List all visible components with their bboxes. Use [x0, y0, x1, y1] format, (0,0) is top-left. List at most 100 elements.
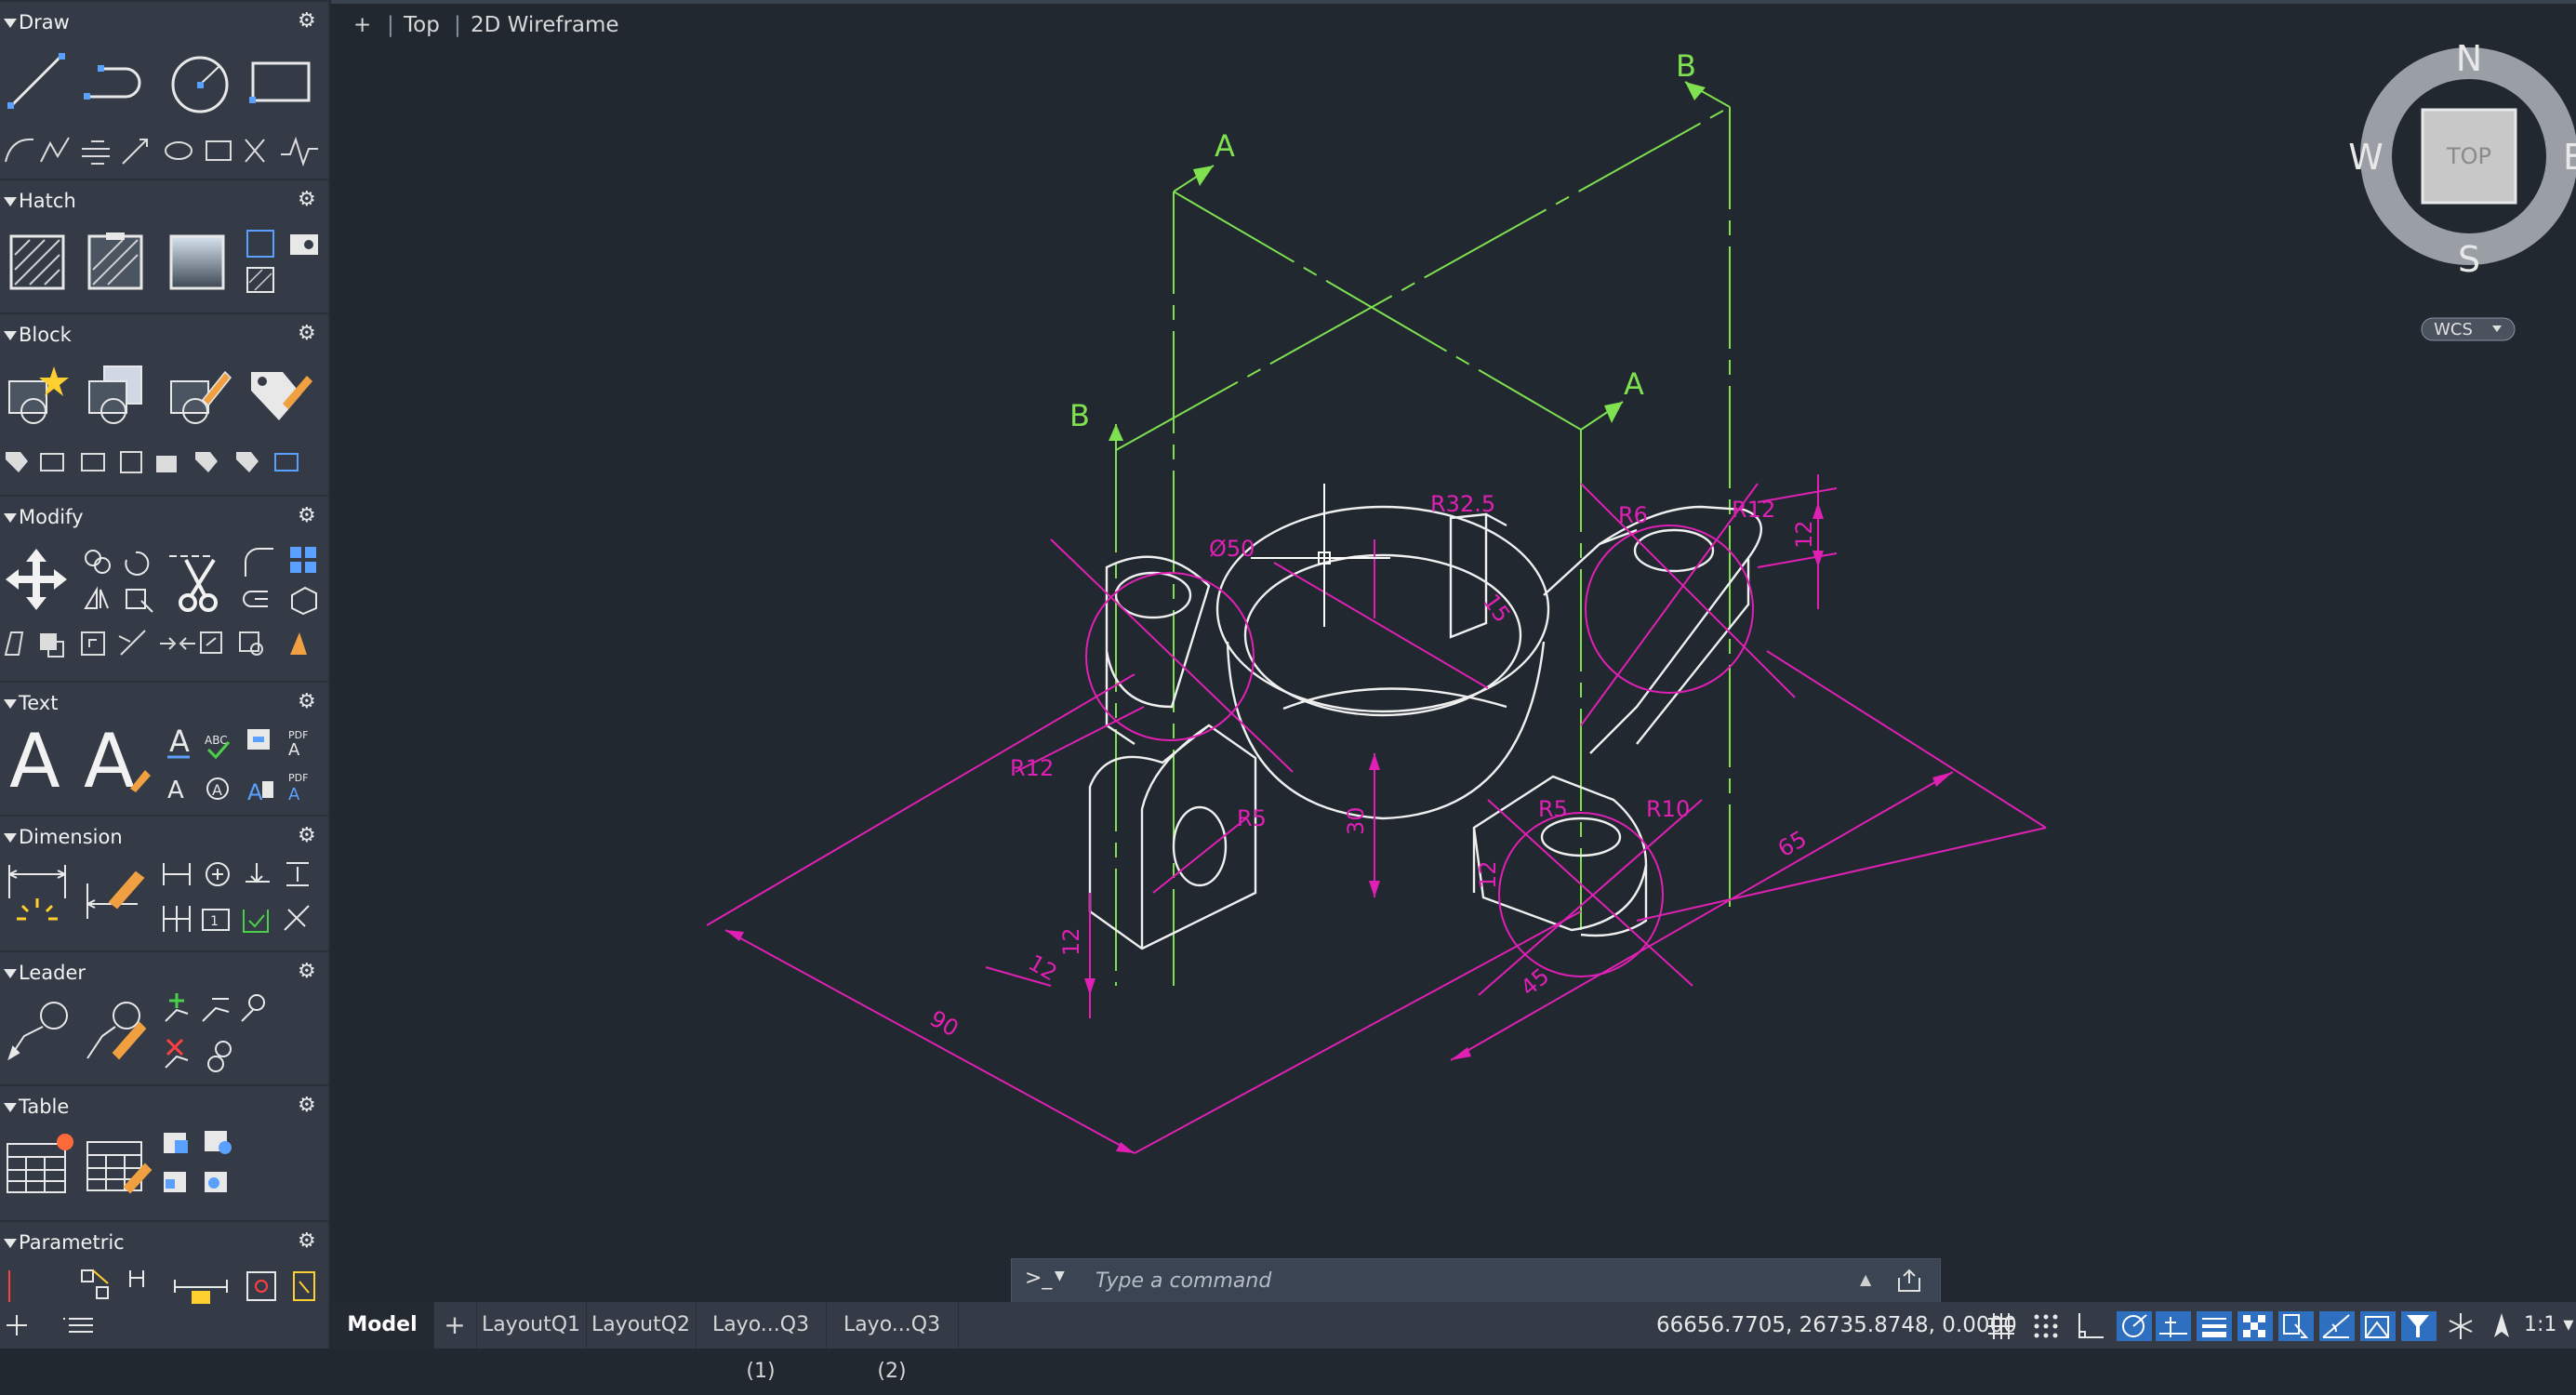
gizmo-icon[interactable]	[2444, 1311, 2479, 1345]
viewport-menu-button[interactable]: +	[353, 13, 371, 37]
circle-tool-icon[interactable]	[169, 54, 231, 115]
leader-section-header[interactable]: Leader ⚙	[0, 958, 328, 991]
tab-layout-q3-2[interactable]: Layo...Q3 (2)	[826, 1302, 959, 1383]
selection-filter-icon[interactable]	[2401, 1311, 2437, 1341]
block-editor-icon[interactable]	[167, 363, 232, 428]
collapse-arrow-icon[interactable]	[4, 331, 17, 340]
gear-icon[interactable]: ⚙	[298, 188, 316, 211]
viewcube[interactable]: TOP N S W E WCS	[2344, 28, 2576, 353]
command-input[interactable]: Type a command	[1095, 1269, 1271, 1293]
command-prompt-icon[interactable]: >_	[1025, 1267, 1052, 1290]
annotation-scale-button[interactable]: 1:1 ▾	[2524, 1302, 2573, 1348]
view-menu-button[interactable]: Top	[404, 13, 440, 37]
hatch-tool-icon[interactable]	[7, 232, 67, 292]
drawing-canvas[interactable]: A A B B R32.5 Ø50 R6 R12 12 15 R12 R5 30…	[331, 0, 2576, 1302]
block-attribute-icon[interactable]	[246, 363, 316, 428]
chevron-down-icon[interactable]: ▼	[1055, 1269, 1065, 1283]
object-snap-tracking-icon[interactable]	[2156, 1311, 2191, 1341]
draw-section-header[interactable]: Draw ⚙	[0, 7, 328, 41]
gear-icon[interactable]: ⚙	[298, 9, 316, 33]
text-brush-icon	[126, 764, 154, 792]
modify-section-header[interactable]: Modify ⚙	[0, 502, 328, 536]
section-title: Text	[19, 692, 59, 714]
compass-south: S	[2458, 239, 2480, 280]
coordinate-readout[interactable]: 66656.7705, 26735.8748, 0.0000	[1656, 1302, 2017, 1348]
3d-object-snap-icon[interactable]	[2319, 1311, 2355, 1341]
block-section-header[interactable]: Block ⚙	[0, 320, 328, 353]
collapse-arrow-icon[interactable]	[4, 513, 17, 523]
linear-dimension-icon[interactable]	[4, 861, 71, 928]
gear-icon[interactable]: ⚙	[298, 960, 316, 983]
hatch-section-header[interactable]: Hatch ⚙	[0, 186, 328, 219]
polar-tracking-icon[interactable]	[2117, 1311, 2152, 1341]
dynamic-ucs-icon[interactable]	[2360, 1311, 2396, 1341]
dim-r6: R6	[1618, 502, 1648, 528]
section-labels: A A B B	[1069, 48, 1696, 433]
collapse-arrow-icon[interactable]	[4, 197, 17, 206]
tool-palette: Draw ⚙ Hatch ⚙ Block ⚙ Modify ⚙ Text ⚙ A…	[0, 0, 330, 1348]
add-layout-button[interactable]: +	[433, 1302, 477, 1348]
gear-icon[interactable]: ⚙	[298, 1094, 316, 1117]
collapse-arrow-icon[interactable]	[4, 1103, 17, 1112]
multiline-tool-icon	[82, 140, 110, 165]
tab-layout-q3-1[interactable]: Layo...Q3 (1)	[696, 1302, 827, 1383]
ortho-icon[interactable]	[2076, 1311, 2105, 1345]
gradient-tool-icon[interactable]	[167, 232, 227, 292]
text-section-header[interactable]: Text ⚙	[0, 688, 328, 722]
dimension-edit-icon[interactable]	[82, 863, 149, 930]
insert-block-icon[interactable]	[6, 363, 71, 428]
share-icon[interactable]	[1895, 1267, 1923, 1298]
annotation-visibility-icon[interactable]	[2485, 1311, 2520, 1345]
snap-icon[interactable]	[2031, 1311, 2061, 1345]
gear-icon[interactable]: ⚙	[298, 504, 316, 527]
multileader-icon[interactable]	[6, 999, 71, 1064]
mirror-icon	[84, 586, 109, 609]
gear-icon[interactable]: ⚙	[298, 1229, 316, 1253]
rotate-icon	[125, 551, 150, 576]
polyline-tool-icon[interactable]	[84, 60, 154, 106]
visual-style-button[interactable]: 2D Wireframe	[471, 13, 619, 37]
gear-icon[interactable]: ⚙	[298, 322, 316, 345]
command-line[interactable]: >_ ▼ Type a command ▲	[1011, 1258, 1941, 1307]
collapse-arrow-icon[interactable]	[4, 969, 17, 978]
rectangle-tool-icon[interactable]	[249, 60, 312, 106]
parametric-section-header[interactable]: Parametric ⚙	[0, 1228, 328, 1261]
dim-r10: R10	[1646, 796, 1690, 822]
dimension-section-header[interactable]: Dimension ⚙	[0, 822, 328, 856]
lineweight-icon[interactable]	[2197, 1311, 2232, 1341]
line-tool-icon[interactable]	[6, 50, 67, 112]
tab-model[interactable]: Model	[331, 1302, 434, 1348]
reference-icon	[274, 453, 299, 472]
collapse-arrow-icon[interactable]	[4, 1239, 17, 1248]
multiline-text-icon[interactable]: A	[9, 720, 60, 804]
collapse-arrow-icon[interactable]	[4, 833, 17, 843]
table-edit-icon[interactable]	[84, 1133, 154, 1200]
collapse-arrow-icon[interactable]	[4, 19, 17, 28]
create-block-icon[interactable]	[86, 363, 151, 428]
parameters-manager-icon	[293, 1271, 315, 1301]
dim-r12: R12	[1732, 497, 1775, 523]
dimension-lines	[706, 474, 2047, 1154]
leader-edit-icon[interactable]	[84, 999, 149, 1064]
remove-leader-icon	[166, 1038, 184, 1056]
grid-icon[interactable]	[1986, 1311, 2016, 1345]
tab-layoutq1[interactable]: LayoutQ1	[476, 1302, 587, 1348]
hatch-edit-tool-icon[interactable]	[86, 232, 145, 292]
collapse-arrow-icon[interactable]	[4, 699, 17, 709]
palette-menu-icon	[63, 1318, 93, 1333]
dimensional-constraint-icon	[174, 1280, 228, 1293]
status-bar: Model + LayoutQ1 LayoutQ2 Layo...Q3 (1) …	[331, 1302, 2576, 1383]
compass-west: W	[2348, 137, 2383, 178]
transparency-icon[interactable]	[2237, 1311, 2273, 1341]
trim-tool-icon[interactable]	[167, 549, 232, 614]
insert-table-icon[interactable]	[4, 1129, 74, 1200]
gear-icon[interactable]: ⚙	[298, 690, 316, 713]
selection-cycling-icon[interactable]	[2278, 1311, 2314, 1341]
history-up-icon[interactable]: ▲	[1860, 1270, 1871, 1288]
delete-constraints-icon	[246, 1271, 276, 1301]
tab-layoutq2[interactable]: LayoutQ2	[586, 1302, 697, 1348]
boundary-tool-icon[interactable]	[244, 227, 327, 298]
table-section-header[interactable]: Table ⚙	[0, 1092, 328, 1125]
move-tool-icon[interactable]	[4, 547, 69, 612]
gear-icon[interactable]: ⚙	[298, 824, 316, 847]
